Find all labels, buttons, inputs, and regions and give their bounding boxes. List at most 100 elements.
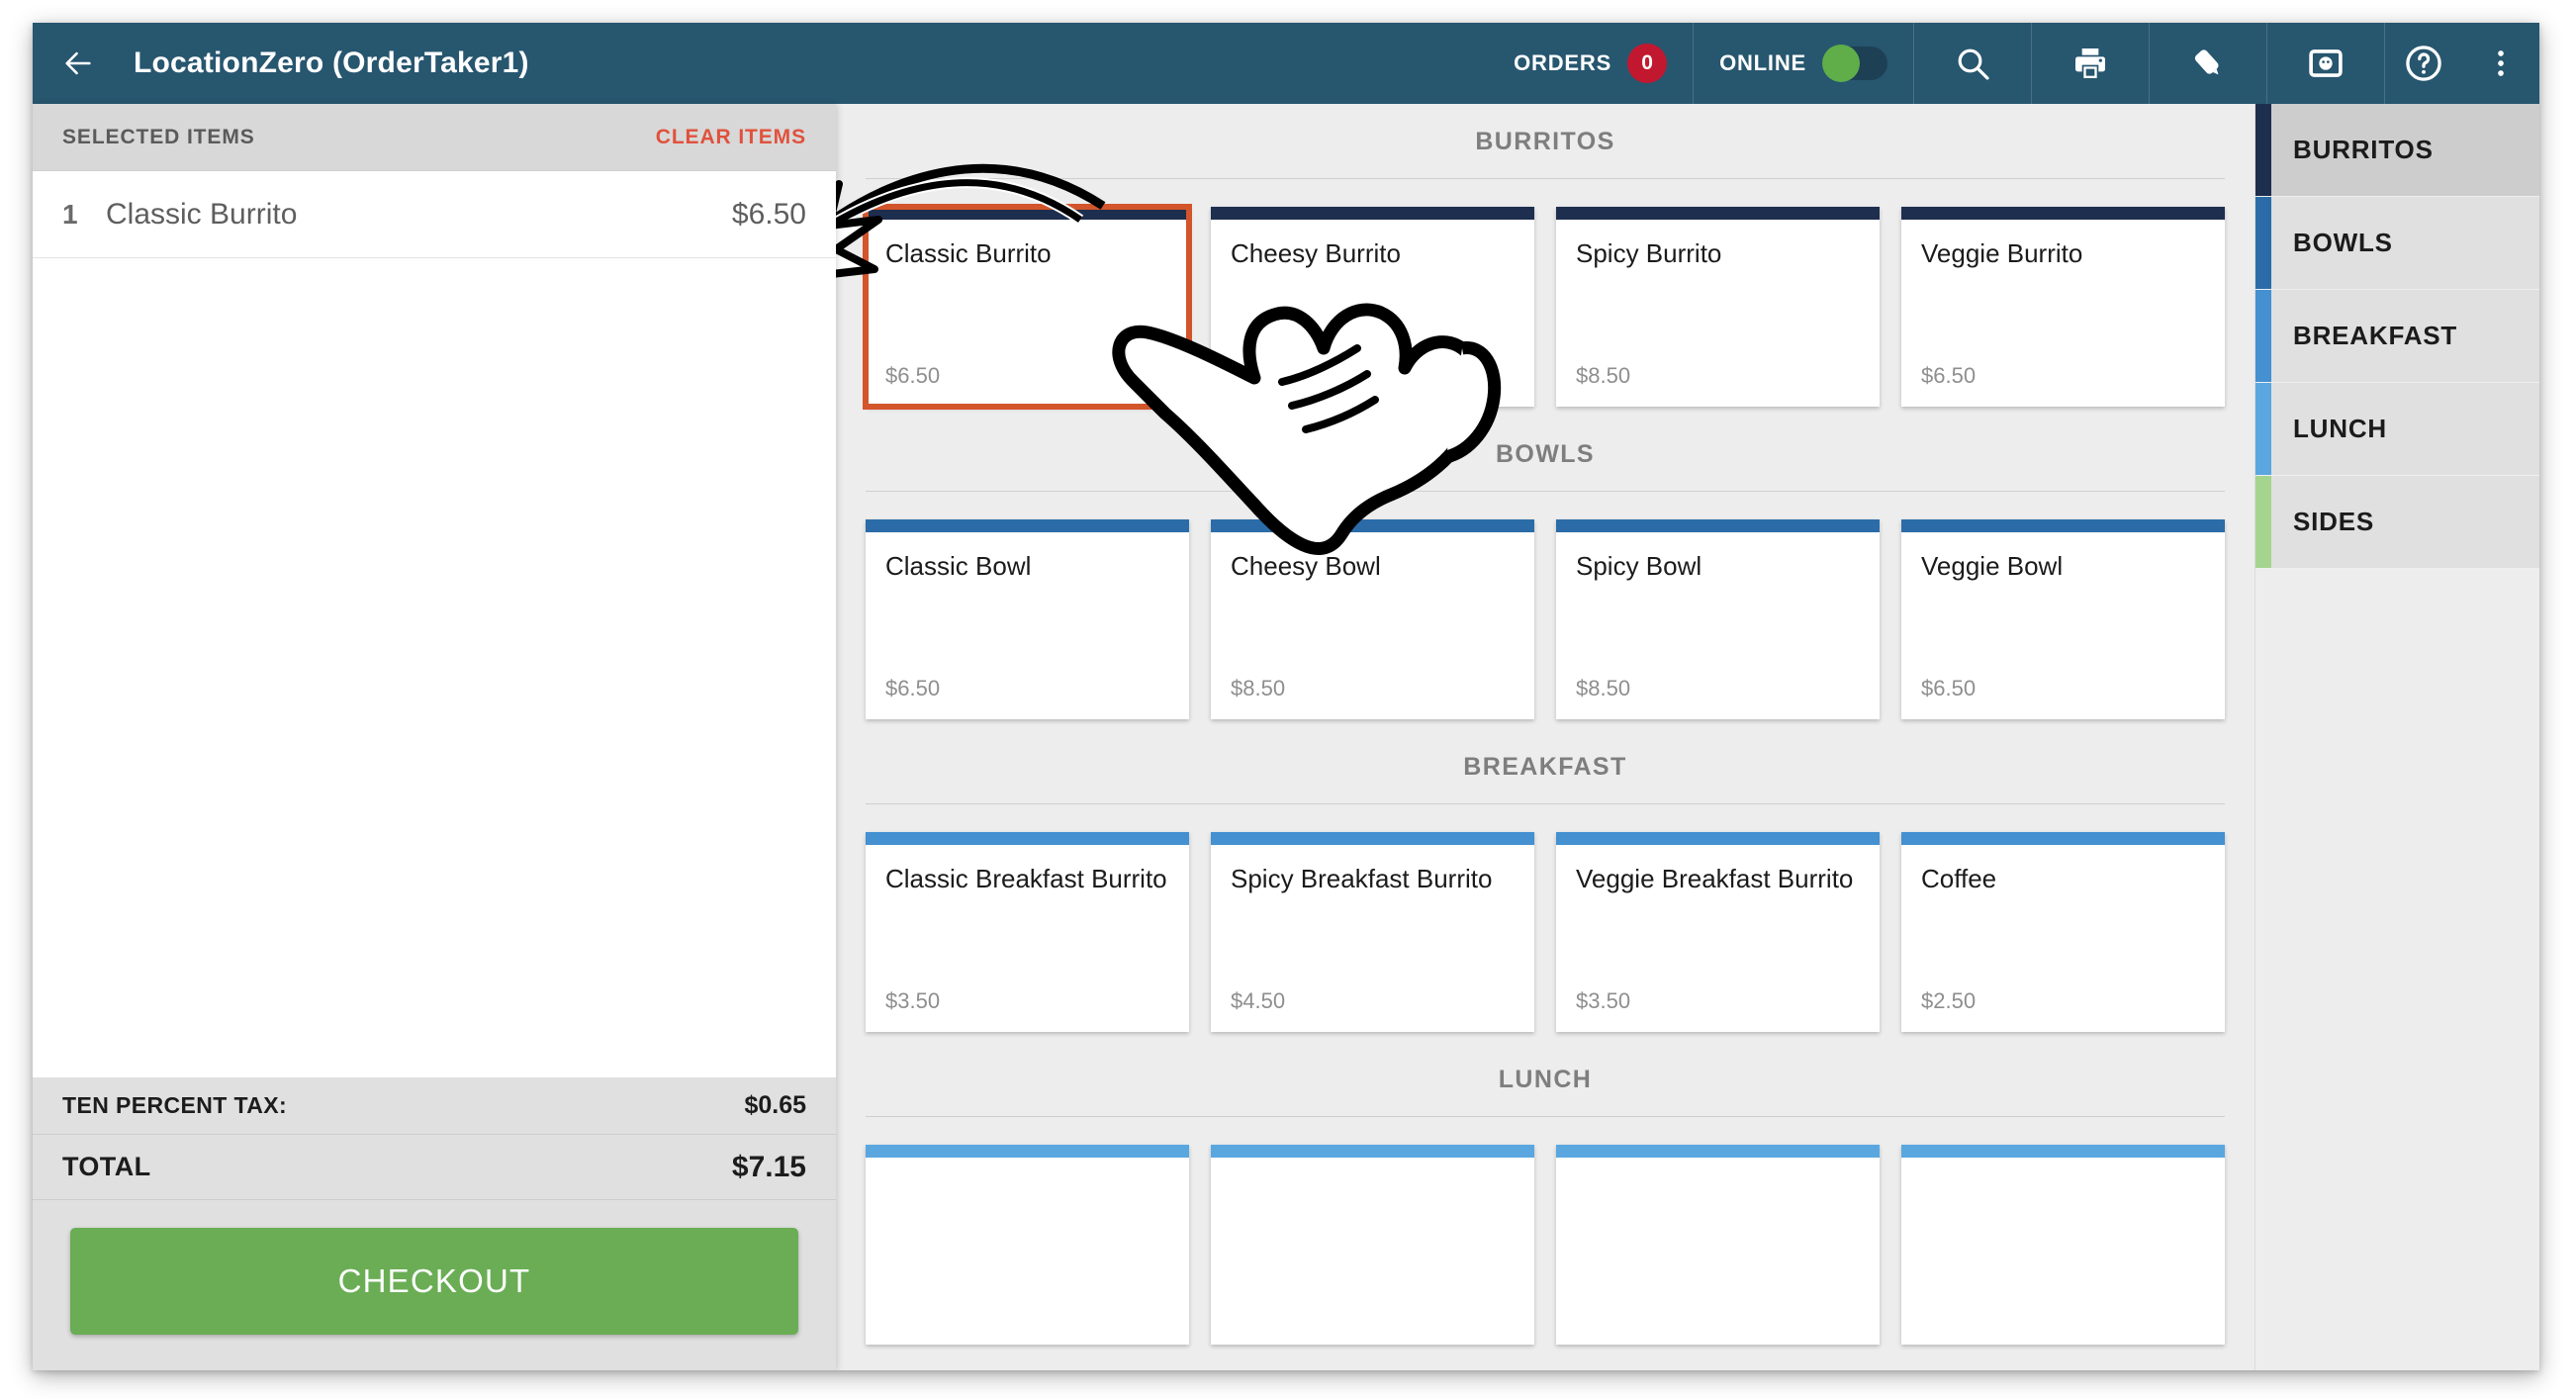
- menu-item-price: $6.50: [885, 676, 941, 700]
- cart-header: SELECTED ITEMS CLEAR ITEMS: [33, 104, 836, 171]
- menu-item-name: Coffee: [1921, 864, 1997, 893]
- pos-app-window: LocationZero (OrderTaker1) ORDERS 0 ONLI…: [33, 23, 2539, 1370]
- menu-item-price: $3.50: [885, 988, 941, 1013]
- menu-item-name: Classic Breakfast Burrito: [885, 864, 1167, 893]
- overflow-menu-button[interactable]: [2462, 23, 2539, 104]
- orders-label: ORDERS: [1514, 50, 1612, 75]
- menu-item-name: [1211, 1158, 1534, 1327]
- menu-item-card[interactable]: Spicy Bowl $8.50: [1556, 519, 1880, 719]
- menu-item-card[interactable]: Coffee $2.50: [1901, 832, 2225, 1032]
- menu-item-card[interactable]: Cheesy Bowl $8.50: [1211, 519, 1534, 719]
- overflow-menu-icon: [2498, 50, 2504, 76]
- menu-item-card[interactable]: Classic Breakfast Burrito $3.50: [866, 832, 1189, 1032]
- card-color-bar: [1211, 832, 1534, 845]
- menu-item-card[interactable]: Veggie Burrito $6.50: [1901, 207, 2225, 407]
- menu-section: BURRITOS Classic Burrito $6.50 Cheesy Burri…: [836, 104, 2254, 417]
- back-button[interactable]: [33, 23, 124, 104]
- card-color-bar: [1556, 1145, 1880, 1158]
- category-item-burritos[interactable]: BURRITOS: [2255, 104, 2539, 197]
- search-button[interactable]: [1914, 23, 2031, 104]
- checkout-button[interactable]: CHECKOUT: [70, 1228, 798, 1335]
- card-color-bar: [1901, 207, 2225, 220]
- search-icon: [1958, 48, 1989, 80]
- cart-item-list[interactable]: 1 Classic Burrito $6.50: [33, 171, 836, 1077]
- category-color-stripe: [2255, 290, 2271, 382]
- print-button[interactable]: [2032, 23, 2149, 104]
- menu-item-name: Cheesy Bowl: [1231, 551, 1381, 581]
- customer-display-icon: [2309, 49, 2343, 77]
- menu-item-name: [1556, 1158, 1880, 1327]
- menu-item-card[interactable]: [1211, 1145, 1534, 1345]
- menu-item-price: [866, 1327, 1189, 1345]
- cart-item-price: $6.50: [731, 197, 806, 231]
- menu-grid[interactable]: BURRITOS Classic Burrito $6.50 Cheesy Burri…: [836, 104, 2254, 1370]
- menu-item-price: $6.50: [885, 363, 941, 388]
- menu-item-card[interactable]: Spicy Breakfast Burrito $4.50: [1211, 832, 1534, 1032]
- menu-item-card[interactable]: Spicy Burrito $8.50: [1556, 207, 1880, 407]
- menu-item-price: [1211, 1327, 1534, 1345]
- menu-card-row: Classic Burrito $6.50 Cheesy Burrito $8.50 S…: [863, 179, 2225, 417]
- category-color-stripe: [2255, 476, 2271, 568]
- menu-item-price: $3.50: [1576, 988, 1631, 1013]
- checkout-container: CHECKOUT: [33, 1200, 836, 1370]
- section-title: LUNCH: [866, 1042, 2225, 1117]
- menu-item-card[interactable]: Cheesy Burrito $8.50: [1211, 207, 1534, 407]
- category-label: LUNCH: [2293, 414, 2387, 443]
- tag-button[interactable]: [2150, 23, 2266, 104]
- category-rail[interactable]: BURRITOS BOWLS BREAKFAST LUNCH SIDES: [2254, 104, 2539, 1370]
- section-title: BOWLS: [866, 417, 2225, 492]
- total-value: $7.15: [731, 1150, 806, 1183]
- menu-item-price: [1901, 1327, 2225, 1345]
- category-item-lunch[interactable]: LUNCH: [2255, 383, 2539, 476]
- menu-item-name: Classic Burrito: [885, 238, 1052, 268]
- menu-card-row: Classic Breakfast Burrito $3.50 Spicy Brea…: [866, 804, 2225, 1042]
- category-item-bowls[interactable]: BOWLS: [2255, 197, 2539, 290]
- tag-icon: [2194, 49, 2219, 75]
- card-color-bar: [1211, 207, 1534, 220]
- app-toolbar: LocationZero (OrderTaker1) ORDERS 0 ONLI…: [33, 23, 2539, 104]
- menu-item-name: Classic Bowl: [885, 551, 1032, 581]
- total-label: TOTAL: [62, 1152, 151, 1181]
- menu-item-card[interactable]: Classic Burrito $6.50: [863, 204, 1192, 410]
- menu-card-row: [866, 1117, 2225, 1354]
- category-color-stripe: [2255, 383, 2271, 475]
- selected-items-label: SELECTED ITEMS: [62, 125, 255, 148]
- menu-item-price: $6.50: [1921, 676, 1977, 700]
- card-color-bar: [866, 1145, 1189, 1158]
- orders-button[interactable]: ORDERS 0: [1488, 23, 1693, 104]
- card-color-bar: [1901, 832, 2225, 845]
- orders-count-badge: 0: [1627, 44, 1668, 83]
- category-color-stripe: [2255, 197, 2271, 289]
- cart-row[interactable]: 1 Classic Burrito $6.50: [33, 171, 836, 258]
- card-color-bar: [866, 207, 1189, 220]
- menu-item-card[interactable]: [866, 1145, 1189, 1345]
- online-label: ONLINE: [1719, 50, 1806, 75]
- category-item-sides[interactable]: SIDES: [2255, 476, 2539, 569]
- online-toggle-switch[interactable]: [1822, 45, 1887, 82]
- menu-item-name: [866, 1158, 1189, 1327]
- arrow-left-icon: [65, 51, 91, 75]
- menu-item-card[interactable]: [1901, 1145, 2225, 1345]
- menu-item-card[interactable]: Veggie Breakfast Burrito $3.50: [1556, 832, 1880, 1032]
- menu-item-card[interactable]: Veggie Bowl $6.50: [1901, 519, 2225, 719]
- card-color-bar: [866, 832, 1189, 845]
- customer-display-button[interactable]: [2267, 23, 2384, 104]
- card-color-bar: [1556, 207, 1880, 220]
- menu-item-name: Cheesy Burrito: [1231, 238, 1401, 268]
- clear-items-button[interactable]: CLEAR ITEMS: [656, 126, 806, 149]
- category-item-breakfast[interactable]: BREAKFAST: [2255, 290, 2539, 383]
- online-toggle-group[interactable]: ONLINE: [1694, 23, 1913, 104]
- menu-item-name: Veggie Burrito: [1921, 238, 2083, 268]
- card-color-bar: [1211, 1145, 1534, 1158]
- menu-item-price: [1556, 1327, 1880, 1345]
- help-button[interactable]: [2385, 23, 2462, 104]
- category-label: BURRITOS: [2293, 135, 2434, 164]
- menu-item-name: Veggie Bowl: [1921, 551, 2064, 581]
- tax-value: $0.65: [744, 1091, 806, 1119]
- menu-item-card[interactable]: [1556, 1145, 1880, 1345]
- category-color-stripe: [2255, 104, 2271, 196]
- category-label: BOWLS: [2293, 228, 2393, 257]
- menu-item-card[interactable]: Classic Bowl $6.50: [866, 519, 1189, 719]
- toggle-knob: [1822, 45, 1860, 82]
- menu-section: LUNCH: [836, 1042, 2254, 1354]
